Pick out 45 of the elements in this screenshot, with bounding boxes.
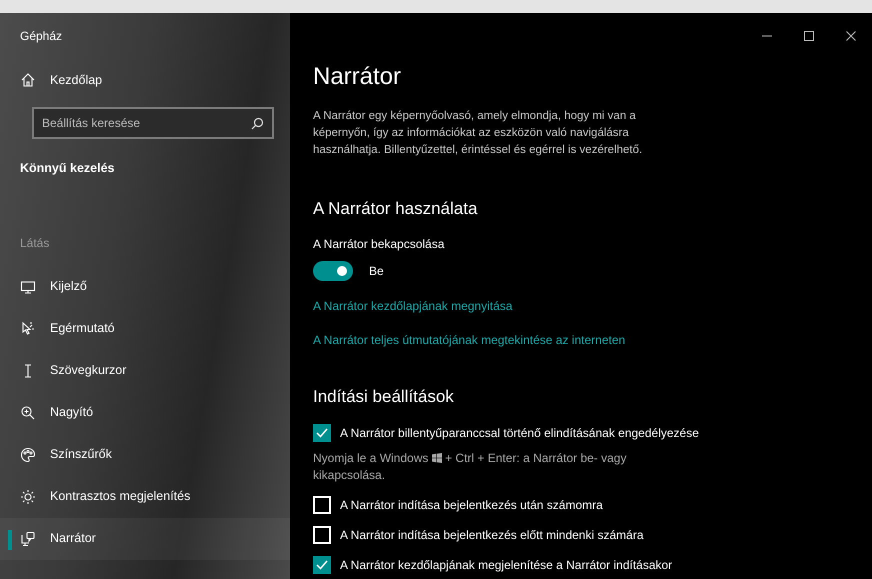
section-heading: A Narrátor használata — [313, 198, 478, 220]
checkbox[interactable] — [313, 424, 331, 442]
hint-text: kikapcsolása. — [313, 466, 386, 484]
close-icon[interactable] — [845, 30, 857, 42]
search-field[interactable]: Beállítás keresése — [32, 107, 274, 139]
magnifier-icon — [20, 404, 36, 421]
toggle-label: A Narrátor bekapcsolása — [313, 236, 446, 254]
palette-icon — [20, 446, 36, 463]
section-heading: Indítási beállítások — [313, 387, 455, 408]
home-icon — [20, 72, 36, 88]
narrator-icon — [20, 530, 36, 547]
home-nav-item[interactable]: Kezdőlap — [0, 59, 290, 101]
checkbox-label: A Narrátor kezdőlapjának megjelenítése a Narrátor indításakor — [340, 556, 672, 574]
checkmark-icon — [315, 426, 329, 440]
maximize-icon[interactable] — [803, 30, 815, 42]
checkmark-icon — [315, 558, 329, 572]
sidebar-item[interactable]: Színszűrők — [0, 434, 290, 476]
checkbox-label: A Narrátor indítása bejelentkezés előtt mindenki számára — [340, 526, 644, 544]
checkbox-label: A Narrátor indítása bejelentkezés után számomra — [340, 496, 603, 514]
sidebar-item[interactable]: Narrátor — [0, 518, 290, 560]
description-text: A Narrátor egy képernyőolvasó, amely elmondja, hogy mi van a képernyőn, így az információkat az eszközön való navigálásra használhatja. Billentyűzettel, érintéssel és egérrel is vezérelhető. — [313, 108, 644, 158]
page-title: Narrátor — [313, 63, 402, 92]
window-title: Gépház — [20, 28, 62, 45]
link[interactable]: A Narrátor kezdőlapjának megnyitása — [313, 297, 512, 316]
checkbox[interactable] — [313, 496, 331, 514]
sidebar-item[interactable]: Kijelző — [0, 266, 290, 308]
toggle-state-text: Be — [369, 263, 384, 280]
sidebar-item[interactable]: Kontrasztos megjelenítés — [0, 476, 290, 518]
checkbox[interactable] — [313, 556, 331, 574]
sidebar-item[interactable]: Nagyító — [0, 392, 290, 434]
search-icon — [251, 117, 264, 130]
category-heading: Könnyű kezelés — [20, 160, 116, 177]
monitor-icon — [20, 278, 36, 295]
checkbox[interactable] — [313, 526, 331, 544]
sun-icon — [20, 488, 36, 505]
sidebar-item[interactable]: Szövegkurzor — [0, 350, 290, 392]
windows-logo-icon — [432, 453, 442, 464]
toggle-switch[interactable] — [313, 261, 353, 282]
hint-text: + Ctrl + Enter: a Narrátor be- vagy — [445, 450, 626, 465]
link[interactable]: A Narrátor teljes útmutatójának megtekintése az interneten — [313, 331, 626, 350]
hint-text: Nyomja le a Windows — [313, 450, 428, 465]
pointer-icon — [20, 320, 36, 337]
sidebar-item[interactable]: Egérmutató — [0, 308, 290, 350]
checkbox-label: A Narrátor billentyűparanccsal történő elindításának engedélyezése — [340, 424, 699, 442]
section-label: Látás — [20, 234, 50, 252]
